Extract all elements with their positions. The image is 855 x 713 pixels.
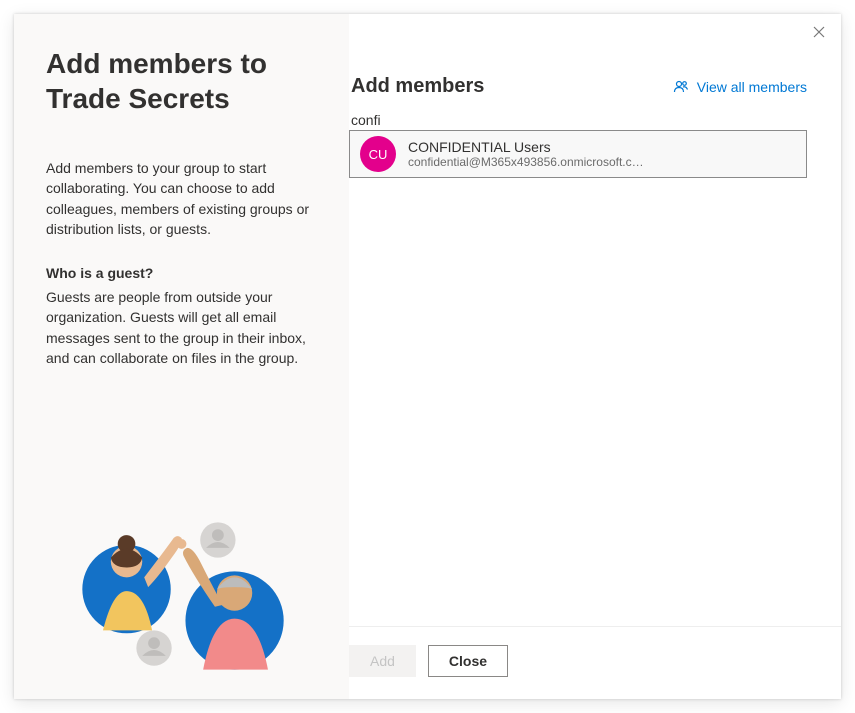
people-illustration xyxy=(46,501,321,689)
avatar: CU xyxy=(360,136,396,172)
main-heading: Add members xyxy=(351,75,484,98)
add-button: Add xyxy=(349,645,416,677)
people-icon xyxy=(673,79,689,95)
guest-subheading: Who is a guest? xyxy=(46,265,321,281)
guest-description: Guests are people from outside your orga… xyxy=(46,287,321,368)
view-all-label: View all members xyxy=(697,79,807,95)
dialog-footer: Add Close xyxy=(349,626,841,699)
member-suggestion[interactable]: CU CONFIDENTIAL Users confidential@M365x… xyxy=(349,130,807,178)
add-members-dialog: Add members to Trade Secrets Add members… xyxy=(14,14,841,699)
panel-description: Add members to your group to start colla… xyxy=(46,158,321,239)
view-all-members-link[interactable]: View all members xyxy=(673,79,807,95)
close-button[interactable]: Close xyxy=(428,645,508,677)
header-row: Add members View all members xyxy=(351,14,841,112)
main-panel: Add members View all members confi CU CO… xyxy=(349,14,841,699)
suggestion-email: confidential@M365x493856.onmicrosoft.c… xyxy=(408,155,644,169)
suggestion-text: CONFIDENTIAL Users confidential@M365x493… xyxy=(408,139,644,169)
info-panel: Add members to Trade Secrets Add members… xyxy=(14,14,349,699)
panel-title: Add members to Trade Secrets xyxy=(46,46,321,116)
search-input[interactable]: confi xyxy=(351,112,841,128)
suggestion-name: CONFIDENTIAL Users xyxy=(408,139,644,155)
